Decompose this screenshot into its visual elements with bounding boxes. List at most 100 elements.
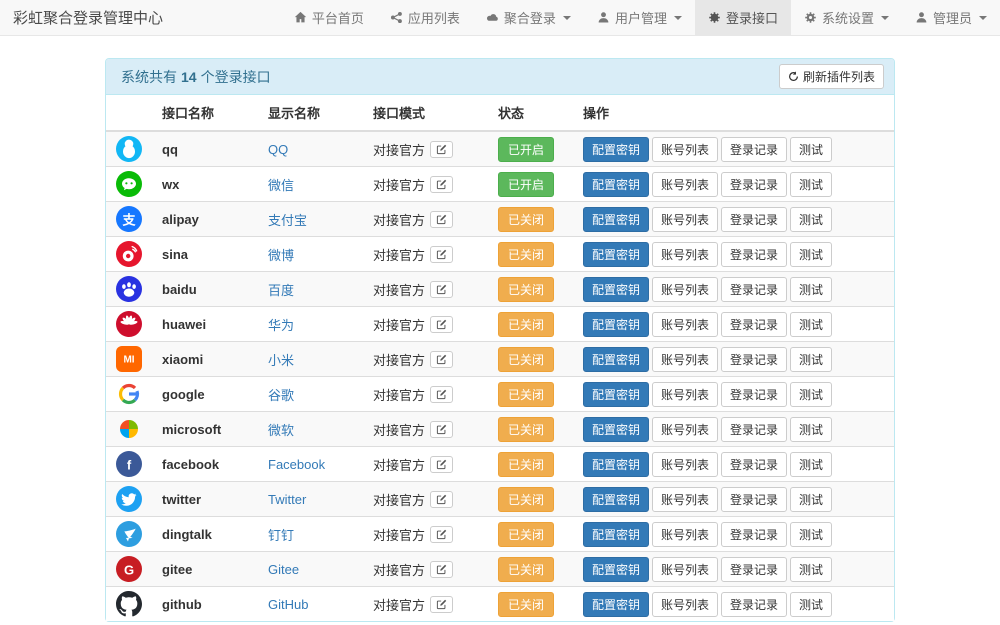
test-button[interactable]: 测试 xyxy=(790,452,832,477)
login-record-button[interactable]: 登录记录 xyxy=(721,137,787,162)
edit-mode-button[interactable] xyxy=(430,386,453,403)
test-button[interactable]: 测试 xyxy=(790,417,832,442)
account-list-button[interactable]: 账号列表 xyxy=(652,242,718,267)
config-key-button[interactable]: 配置密钥 xyxy=(583,452,649,477)
test-button[interactable]: 测试 xyxy=(790,592,832,617)
refresh-plugins-button[interactable]: 刷新插件列表 xyxy=(779,64,884,89)
test-button[interactable]: 测试 xyxy=(790,557,832,582)
nav-item-admin[interactable]: 管理员 xyxy=(902,0,1000,35)
config-key-button[interactable]: 配置密钥 xyxy=(583,207,649,232)
login-record-button[interactable]: 登录记录 xyxy=(721,557,787,582)
test-button[interactable]: 测试 xyxy=(790,347,832,372)
col-header-display-name: 显示名称 xyxy=(260,95,365,131)
display-name-link[interactable]: GitHub xyxy=(268,597,308,612)
test-button[interactable]: 测试 xyxy=(790,487,832,512)
account-list-button[interactable]: 账号列表 xyxy=(652,277,718,302)
config-key-button[interactable]: 配置密钥 xyxy=(583,417,649,442)
login-record-button[interactable]: 登录记录 xyxy=(721,452,787,477)
test-button[interactable]: 测试 xyxy=(790,277,832,302)
account-list-button[interactable]: 账号列表 xyxy=(652,347,718,372)
config-key-button[interactable]: 配置密钥 xyxy=(583,487,649,512)
edit-mode-button[interactable] xyxy=(430,141,453,158)
config-key-button[interactable]: 配置密钥 xyxy=(583,312,649,337)
display-name-link[interactable]: 小米 xyxy=(268,353,294,368)
account-list-button[interactable]: 账号列表 xyxy=(652,557,718,582)
config-key-button[interactable]: 配置密钥 xyxy=(583,277,649,302)
login-record-button[interactable]: 登录记录 xyxy=(721,172,787,197)
login-record-button[interactable]: 登录记录 xyxy=(721,242,787,267)
edit-mode-button[interactable] xyxy=(430,316,453,333)
test-button[interactable]: 测试 xyxy=(790,312,832,337)
edit-icon xyxy=(436,599,447,613)
edit-mode-button[interactable] xyxy=(430,351,453,368)
nav-item-login-api[interactable]: 登录接口 xyxy=(695,0,791,35)
config-key-button[interactable]: 配置密钥 xyxy=(583,557,649,582)
account-list-button[interactable]: 账号列表 xyxy=(652,137,718,162)
config-key-button[interactable]: 配置密钥 xyxy=(583,592,649,617)
display-name-link[interactable]: Gitee xyxy=(268,562,299,577)
test-button[interactable]: 测试 xyxy=(790,242,832,267)
account-list-button[interactable]: 账号列表 xyxy=(652,487,718,512)
edit-mode-button[interactable] xyxy=(430,526,453,543)
display-name-link[interactable]: 微信 xyxy=(268,178,294,193)
login-record-button[interactable]: 登录记录 xyxy=(721,522,787,547)
account-list-button[interactable]: 账号列表 xyxy=(652,312,718,337)
config-key-button[interactable]: 配置密钥 xyxy=(583,172,649,197)
status-badge: 已关闭 xyxy=(498,522,554,547)
login-record-button[interactable]: 登录记录 xyxy=(721,487,787,512)
test-button[interactable]: 测试 xyxy=(790,207,832,232)
config-key-button[interactable]: 配置密钥 xyxy=(583,347,649,372)
test-button[interactable]: 测试 xyxy=(790,137,832,162)
account-list-button[interactable]: 账号列表 xyxy=(652,452,718,477)
edit-icon xyxy=(436,459,447,473)
edit-mode-button[interactable] xyxy=(430,491,453,508)
nav-item-system-settings[interactable]: 系统设置 xyxy=(791,0,902,35)
edit-mode-button[interactable] xyxy=(430,561,453,578)
display-name-link[interactable]: Facebook xyxy=(268,457,325,472)
display-name-link[interactable]: 微博 xyxy=(268,248,294,263)
account-list-button[interactable]: 账号列表 xyxy=(652,592,718,617)
display-name-link[interactable]: Twitter xyxy=(268,492,306,507)
account-list-button[interactable]: 账号列表 xyxy=(652,522,718,547)
nav-item-user-manage[interactable]: 用户管理 xyxy=(584,0,695,35)
display-name-link[interactable]: 钉钉 xyxy=(268,528,294,543)
nav-item-app-list[interactable]: 应用列表 xyxy=(377,0,473,35)
login-record-button[interactable]: 登录记录 xyxy=(721,592,787,617)
login-record-button[interactable]: 登录记录 xyxy=(721,207,787,232)
display-name-link[interactable]: 支付宝 xyxy=(268,213,307,228)
test-button[interactable]: 测试 xyxy=(790,382,832,407)
status-badge: 已关闭 xyxy=(498,312,554,337)
config-key-button[interactable]: 配置密钥 xyxy=(583,382,649,407)
display-name-link[interactable]: 微软 xyxy=(268,423,294,438)
nav-item-home[interactable]: 平台首页 xyxy=(281,0,377,35)
account-list-button[interactable]: 账号列表 xyxy=(652,172,718,197)
display-name-link[interactable]: 谷歌 xyxy=(268,388,294,403)
display-name-link[interactable]: QQ xyxy=(268,142,288,157)
edit-mode-button[interactable] xyxy=(430,246,453,263)
interface-name: sina xyxy=(162,247,188,262)
nav-item-oauth-login[interactable]: 聚合登录 xyxy=(473,0,584,35)
login-record-button[interactable]: 登录记录 xyxy=(721,347,787,372)
config-key-button[interactable]: 配置密钥 xyxy=(583,522,649,547)
account-list-button[interactable]: 账号列表 xyxy=(652,417,718,442)
display-name-link[interactable]: 百度 xyxy=(268,283,294,298)
config-key-button[interactable]: 配置密钥 xyxy=(583,242,649,267)
caret-down-icon xyxy=(563,16,571,20)
login-record-button[interactable]: 登录记录 xyxy=(721,277,787,302)
edit-mode-button[interactable] xyxy=(430,281,453,298)
display-name-link[interactable]: 华为 xyxy=(268,318,294,333)
account-list-button[interactable]: 账号列表 xyxy=(652,382,718,407)
nav-item-label: 登录接口 xyxy=(726,8,778,27)
test-button[interactable]: 测试 xyxy=(790,172,832,197)
test-button[interactable]: 测试 xyxy=(790,522,832,547)
login-record-button[interactable]: 登录记录 xyxy=(721,417,787,442)
account-list-button[interactable]: 账号列表 xyxy=(652,207,718,232)
edit-mode-button[interactable] xyxy=(430,211,453,228)
config-key-button[interactable]: 配置密钥 xyxy=(583,137,649,162)
edit-mode-button[interactable] xyxy=(430,596,453,613)
edit-mode-button[interactable] xyxy=(430,456,453,473)
edit-mode-button[interactable] xyxy=(430,176,453,193)
login-record-button[interactable]: 登录记录 xyxy=(721,382,787,407)
edit-mode-button[interactable] xyxy=(430,421,453,438)
login-record-button[interactable]: 登录记录 xyxy=(721,312,787,337)
